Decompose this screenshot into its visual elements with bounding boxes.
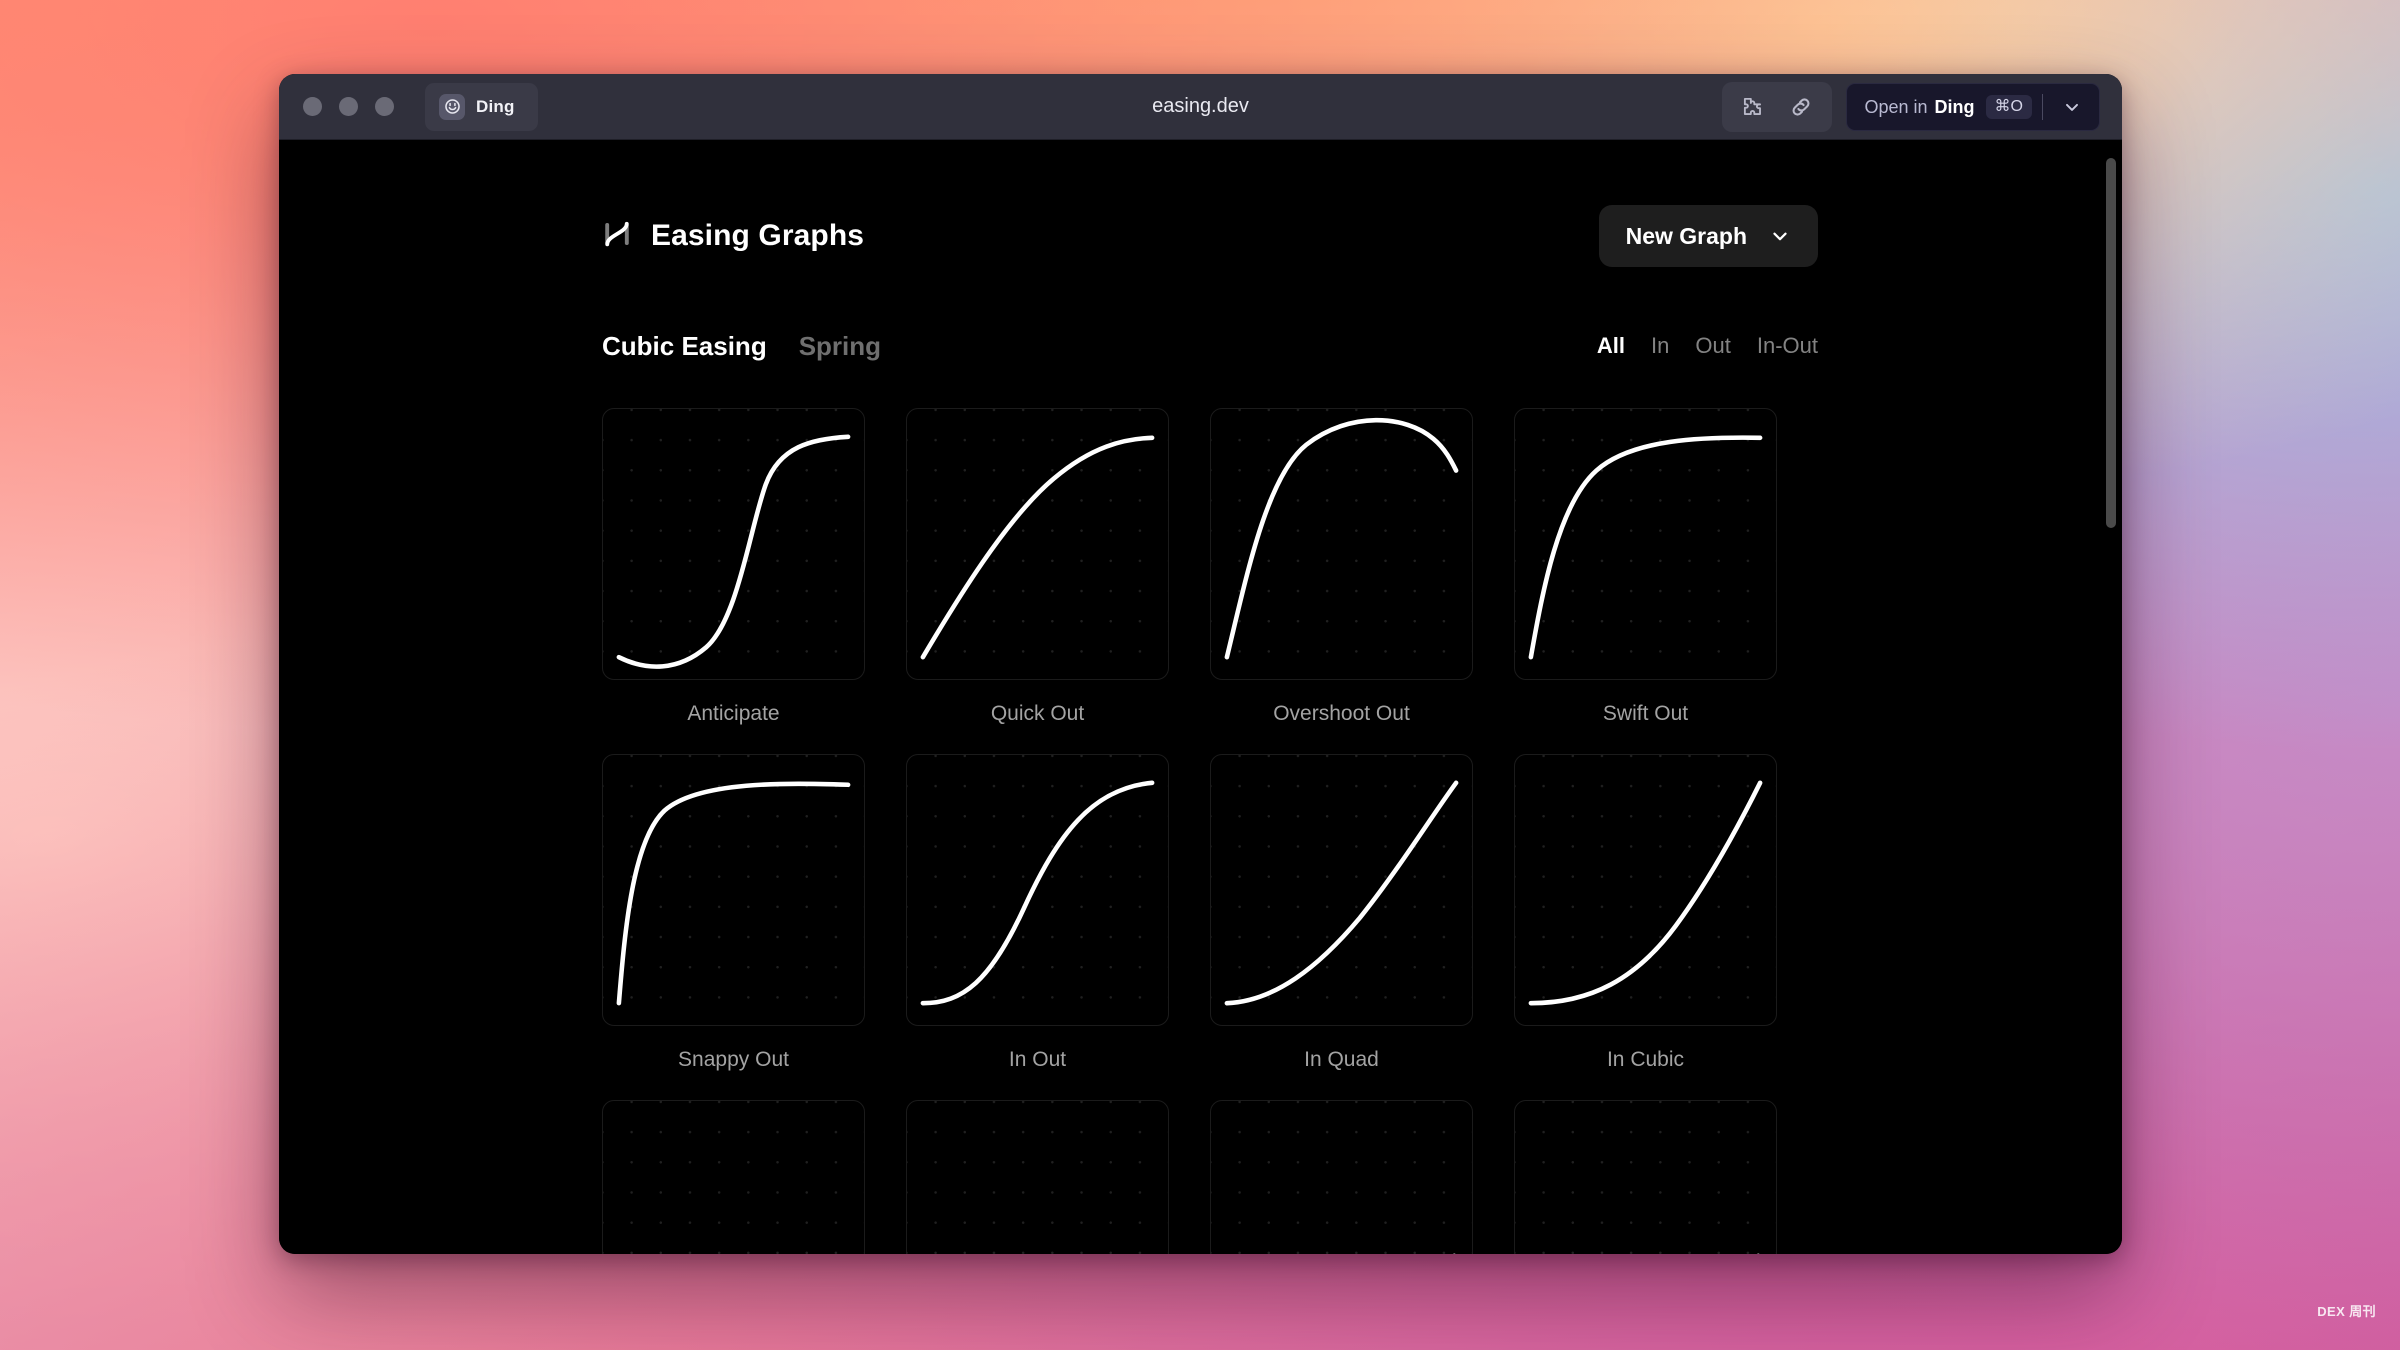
bezier-curve-icon — [602, 219, 632, 254]
zoom-window-button[interactable] — [375, 97, 394, 116]
easing-graph-label: Quick Out — [990, 702, 1085, 725]
easing-curve-plot[interactable] — [1210, 754, 1473, 1026]
filter-in[interactable]: In — [1651, 333, 1669, 359]
toolbar-icon-group — [1721, 82, 1832, 132]
controls-row: Cubic Easing Spring All In Out In-Out — [602, 326, 1818, 366]
easing-graph-card[interactable]: In Quad — [1210, 754, 1473, 1072]
close-window-button[interactable] — [303, 97, 322, 116]
page-viewport: Easing Graphs New Graph Cubic Easing Spr… — [279, 140, 2122, 1254]
easing-curve-path — [616, 781, 851, 1006]
tab-cubic-easing[interactable]: Cubic Easing — [602, 331, 767, 362]
chevron-down-icon[interactable] — [2053, 97, 2091, 117]
easing-graph-label: In Out — [1008, 1048, 1067, 1071]
browser-tab[interactable]: Ding — [425, 82, 538, 131]
app-header: Easing Graphs New Graph — [602, 200, 1818, 272]
easing-graph-card[interactable]: Swift Out — [1514, 408, 1777, 726]
watermark: DEX 周刊 — [2317, 1304, 2376, 1319]
browser-tab-label: Ding — [476, 96, 515, 116]
easing-curve-plot[interactable] — [602, 408, 865, 680]
easing-curve-plot[interactable] — [906, 754, 1169, 1026]
easing-graph-card[interactable] — [906, 1100, 1169, 1254]
easing-curve-plot[interactable] — [1210, 408, 1473, 680]
easing-graph-label: In Quad — [1304, 1048, 1379, 1071]
puzzle-piece-icon[interactable] — [1732, 88, 1774, 126]
link-icon[interactable] — [1780, 88, 1822, 126]
filter-all[interactable]: All — [1597, 333, 1625, 359]
easing-curve-plot[interactable] — [1514, 1100, 1777, 1254]
easing-graph-card[interactable]: Anticipate — [602, 408, 865, 726]
address-bar-url: easing.dev — [1152, 95, 1249, 117]
filter-out[interactable]: Out — [1695, 333, 1730, 359]
tab-spring[interactable]: Spring — [799, 331, 881, 362]
easing-curve-path — [1224, 417, 1459, 660]
easing-graph-card[interactable]: Snappy Out — [602, 754, 865, 1072]
easing-graph-label: Swift Out — [1602, 702, 1689, 725]
easing-graph-grid: Anticipate Quick Out Overshoot Out Swift Ou… — [602, 408, 1818, 1254]
easing-curve-path — [1452, 1253, 1456, 1254]
easing-graph-card[interactable] — [1210, 1100, 1473, 1254]
easing-curve-path — [603, 1101, 864, 1254]
open-in-app-button[interactable]: Open in Ding ⌘O — [1845, 83, 2100, 131]
easing-graph-card[interactable]: Overshoot Out — [1210, 408, 1473, 726]
easing-curve-path — [920, 780, 1155, 1006]
easing-curve-path — [1224, 780, 1459, 1006]
filter-in-out[interactable]: In-Out — [1757, 333, 1818, 359]
easing-graph-card[interactable] — [1514, 1100, 1777, 1254]
easing-graph-card[interactable]: Quick Out — [906, 408, 1169, 726]
minimize-window-button[interactable] — [339, 97, 358, 116]
window-traffic-lights — [303, 97, 394, 116]
easing-graph-label: In Cubic — [1606, 1048, 1685, 1071]
easing-curve-plot[interactable] — [602, 1100, 865, 1254]
browser-titlebar: Ding easing.dev Open in Ding ⌘O — [279, 74, 2122, 140]
easing-curve-plot[interactable] — [1210, 1100, 1473, 1254]
open-in-app-prefix: Open in — [1864, 96, 1928, 117]
new-graph-label: New Graph — [1625, 222, 1747, 249]
easing-curve-path — [616, 434, 851, 669]
easing-graph-label: Snappy Out — [678, 1048, 789, 1071]
open-in-app-name: Ding — [1934, 96, 1975, 117]
page-content: Easing Graphs New Graph Cubic Easing Spr… — [279, 140, 2122, 1254]
scrollbar-thumb[interactable] — [2106, 158, 2116, 528]
easing-graph-card[interactable] — [602, 1100, 865, 1254]
easing-curve-plot[interactable] — [602, 754, 865, 1026]
easing-graph-card[interactable]: In Out — [906, 754, 1169, 1072]
vertical-scrollbar[interactable] — [2106, 158, 2116, 1208]
browser-window: Ding easing.dev Open in Ding ⌘O Easing G… — [279, 74, 2122, 1254]
new-graph-button[interactable]: New Graph — [1598, 205, 1818, 267]
button-divider — [2042, 94, 2043, 120]
easing-curve-path — [907, 1101, 1168, 1254]
page-title: Easing Graphs — [651, 219, 865, 252]
easing-graph-label: Anticipate — [687, 702, 780, 725]
toolbar-right: Open in Ding ⌘O — [1721, 74, 2100, 140]
easing-curve-path — [1756, 1253, 1760, 1254]
easing-graph-label: Overshoot Out — [1273, 702, 1410, 725]
easing-graph-card[interactable]: In Cubic — [1514, 754, 1777, 1072]
easing-curve-path — [1528, 780, 1763, 1006]
easing-curve-plot[interactable] — [906, 1100, 1169, 1254]
easing-curve-plot[interactable] — [1514, 408, 1777, 680]
smiley-face-icon — [439, 93, 465, 120]
chevron-down-icon[interactable] — [1769, 225, 1791, 247]
filter-group: All In Out In-Out — [1597, 333, 1818, 359]
easing-curve-path — [920, 435, 1155, 660]
easing-curve-path — [1528, 435, 1763, 660]
mode-tabs: Cubic Easing Spring — [602, 331, 881, 362]
easing-curve-plot[interactable] — [1514, 754, 1777, 1026]
open-in-app-shortcut: ⌘O — [1985, 95, 2032, 119]
easing-curve-plot[interactable] — [906, 408, 1169, 680]
brand: Easing Graphs — [602, 219, 864, 254]
